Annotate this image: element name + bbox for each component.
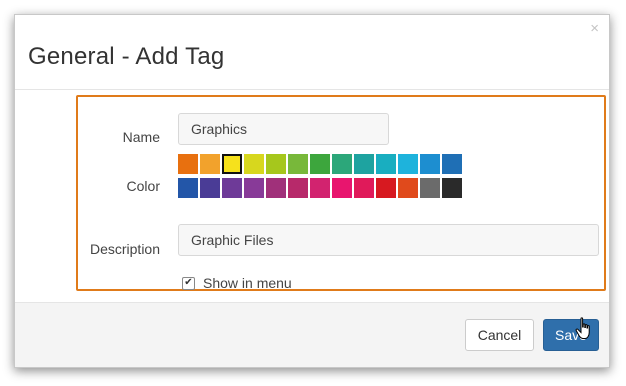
close-icon[interactable]: × bbox=[590, 20, 599, 37]
color-swatch[interactable] bbox=[244, 178, 264, 198]
dialog-footer: Cancel Save bbox=[15, 302, 609, 367]
color-swatch[interactable] bbox=[244, 154, 264, 174]
color-swatch[interactable] bbox=[442, 178, 462, 198]
color-swatch[interactable] bbox=[288, 178, 308, 198]
color-swatch[interactable] bbox=[398, 154, 418, 174]
hand-pointer-icon bbox=[575, 317, 590, 339]
description-label: Description bbox=[89, 241, 160, 257]
color-swatch[interactable] bbox=[442, 154, 462, 174]
color-swatch[interactable] bbox=[200, 178, 220, 198]
form-highlight-frame: Name Graphics Color Description Graphic … bbox=[76, 95, 606, 291]
color-swatch[interactable] bbox=[222, 154, 242, 174]
color-swatch[interactable] bbox=[354, 178, 374, 198]
color-swatch[interactable] bbox=[332, 154, 352, 174]
color-swatch[interactable] bbox=[420, 178, 440, 198]
color-swatch[interactable] bbox=[398, 178, 418, 198]
color-swatch[interactable] bbox=[200, 154, 220, 174]
color-swatch[interactable] bbox=[178, 178, 198, 198]
show-in-menu-label: Show in menu bbox=[203, 275, 292, 291]
color-swatch-row bbox=[178, 178, 468, 198]
color-swatch[interactable] bbox=[332, 178, 352, 198]
name-label: Name bbox=[122, 129, 160, 145]
color-swatch[interactable] bbox=[420, 154, 440, 174]
cancel-button[interactable]: Cancel bbox=[465, 319, 534, 351]
color-swatch[interactable] bbox=[354, 154, 374, 174]
show-in-menu-option[interactable]: ✔ Show in menu bbox=[182, 275, 292, 291]
color-picker bbox=[178, 154, 468, 202]
color-swatch[interactable] bbox=[310, 178, 330, 198]
description-input[interactable]: Graphic Files bbox=[178, 224, 599, 256]
color-swatch-row bbox=[178, 154, 468, 174]
show-in-menu-checkbox[interactable]: ✔ bbox=[182, 276, 195, 290]
dialog-header: General - Add Tag × bbox=[15, 15, 609, 90]
color-swatch[interactable] bbox=[266, 178, 286, 198]
name-input[interactable]: Graphics bbox=[178, 113, 389, 145]
color-swatch[interactable] bbox=[288, 154, 308, 174]
color-swatch[interactable] bbox=[222, 178, 242, 198]
color-swatch[interactable] bbox=[178, 154, 198, 174]
color-swatch[interactable] bbox=[376, 154, 396, 174]
color-label: Color bbox=[126, 178, 160, 194]
color-swatch[interactable] bbox=[266, 154, 286, 174]
add-tag-dialog: General - Add Tag × Name Graphics Color … bbox=[14, 14, 610, 368]
color-swatch[interactable] bbox=[310, 154, 330, 174]
color-swatch[interactable] bbox=[376, 178, 396, 198]
dialog-title: General - Add Tag bbox=[28, 43, 225, 70]
